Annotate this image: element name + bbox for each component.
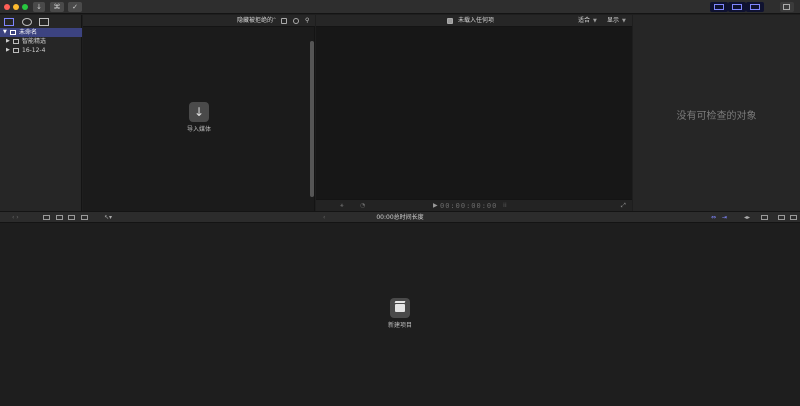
- show-inspector-button[interactable]: [746, 2, 764, 12]
- share-icon: [783, 4, 790, 10]
- timeline-layout-icon: [732, 4, 742, 10]
- timeline-history-back-icon[interactable]: ‹: [323, 212, 325, 223]
- viewer-toolbar: 未载入任何项 适合 ▼ 显示 ▼: [316, 15, 632, 27]
- zoom-window-button[interactable]: [22, 4, 28, 10]
- checkmark-circle-icon: ✓: [72, 3, 78, 11]
- select-tool-icon[interactable]: ↖▾: [104, 212, 112, 223]
- media-browser: 隐藏被拒绝的 ⌃ ⚲ ↓ 导入媒体: [83, 15, 315, 211]
- import-toolbar-button[interactable]: ↓: [33, 2, 45, 12]
- viewer-transport-bar: ⚹ ◔ ▶ 00:00:00:00 ⁞⁞ ⤢: [316, 199, 632, 211]
- viewer: 未载入任何项 适合 ▼ 显示 ▼ ⚹ ◔ ▶ 00:00:00:00 ⁞⁞ ⤢: [316, 15, 632, 211]
- app-window: ↓ ⌘ ✓ ▼ 未命名 ▶ 智能精选 ▶ 16-12-4 隐藏被拒绝的 ⌃ ⚲ …: [0, 0, 800, 406]
- close-window-button[interactable]: [4, 4, 10, 10]
- chevron-down-icon[interactable]: ▼: [622, 15, 626, 27]
- event-icon: [13, 48, 19, 53]
- keywords-button[interactable]: ⌘: [50, 2, 64, 12]
- library-item-label: 未命名: [19, 29, 38, 36]
- key-icon: ⌘: [53, 3, 61, 11]
- library-item-label: 智能精选: [22, 38, 47, 45]
- search-icon[interactable]: ⚲: [305, 15, 309, 27]
- share-button[interactable]: [780, 2, 794, 12]
- new-project-button[interactable]: [390, 298, 410, 318]
- library-item-event[interactable]: ▶ 16-12-4: [0, 46, 82, 55]
- library-icon: [10, 30, 16, 35]
- filter-popup-button[interactable]: 隐藏被拒绝的: [237, 15, 273, 27]
- browser-toolbar: 隐藏被拒绝的 ⌃ ⚲: [83, 15, 315, 27]
- browser-scrollbar[interactable]: [310, 41, 314, 197]
- snapping-icon[interactable]: ◂▸: [744, 212, 750, 223]
- overwrite-clip-icon[interactable]: [81, 215, 88, 220]
- filmstrip-icon[interactable]: [293, 18, 299, 24]
- background-tasks-button[interactable]: ✓: [68, 2, 82, 12]
- effects-browser-icon[interactable]: [778, 215, 785, 220]
- show-browser-button[interactable]: [710, 2, 728, 12]
- library-item-untitled[interactable]: ▼ 未命名: [0, 28, 82, 37]
- inspector-layout-icon: [750, 4, 760, 10]
- connect-clip-icon[interactable]: [43, 215, 50, 220]
- folder-icon: [13, 39, 19, 44]
- view-options-popup[interactable]: 显示: [607, 15, 619, 27]
- zoom-fit-popup[interactable]: 适合: [578, 15, 590, 27]
- viewer-title: 未载入任何项: [458, 17, 495, 24]
- append-clip-icon[interactable]: [68, 215, 75, 220]
- viewer-clip-icon: [447, 18, 453, 24]
- timeline-duration: 00:00总时间长度: [376, 214, 424, 221]
- insert-clip-icon[interactable]: [56, 215, 63, 220]
- minimize-window-button[interactable]: [13, 4, 19, 10]
- disclosure-right-icon[interactable]: ▶: [6, 46, 10, 55]
- transitions-browser-icon[interactable]: [790, 215, 797, 220]
- library-item-label: 16-12-4: [22, 47, 46, 54]
- libraries-tab-icon[interactable]: [4, 18, 14, 26]
- back-forward-icon[interactable]: ‹ ›: [12, 212, 19, 223]
- import-arrow-icon: ↓: [193, 105, 205, 119]
- clip-appearance-icon[interactable]: [761, 215, 768, 220]
- inspector-empty-message: 没有可检查的对象: [676, 111, 757, 122]
- browser-layout-icon: [714, 4, 724, 10]
- library-sidebar: ▼ 未命名 ▶ 智能精选 ▶ 16-12-4: [0, 15, 82, 211]
- chevron-down-icon[interactable]: ▼: [593, 15, 597, 27]
- inspector: 没有可检查的对象: [633, 15, 800, 211]
- import-media-button[interactable]: ↓: [189, 102, 209, 122]
- timeline-toolbar: ‹ › ↖▾ ‹ 00:00总时间长度 ⇔ ⇥ ◂▸: [0, 211, 800, 223]
- popup-chevron-icon[interactable]: ⌃: [272, 15, 277, 27]
- disclosure-down-icon[interactable]: ▼: [3, 28, 7, 37]
- import-media-label: 导入媒体: [186, 126, 211, 133]
- clip-appearance-icon[interactable]: [281, 18, 287, 24]
- titles-generators-tab-icon[interactable]: [39, 18, 49, 26]
- timeline: 新建项目: [0, 224, 800, 406]
- clapperboard-icon: [395, 304, 405, 312]
- library-item-smart-collections[interactable]: ▶ 智能精选: [0, 37, 82, 46]
- viewer-canvas: [316, 27, 632, 199]
- photos-audio-tab-icon[interactable]: [22, 18, 32, 26]
- solo-icon[interactable]: ⇥: [722, 212, 727, 223]
- audio-skimming-icon[interactable]: ⇔: [711, 212, 716, 223]
- disclosure-right-icon[interactable]: ▶: [6, 37, 10, 46]
- title-bar: ↓ ⌘ ✓: [0, 0, 800, 14]
- show-timeline-button[interactable]: [728, 2, 746, 12]
- download-arrow-icon: ↓: [36, 3, 42, 11]
- new-project-label: 新建项目: [387, 322, 412, 329]
